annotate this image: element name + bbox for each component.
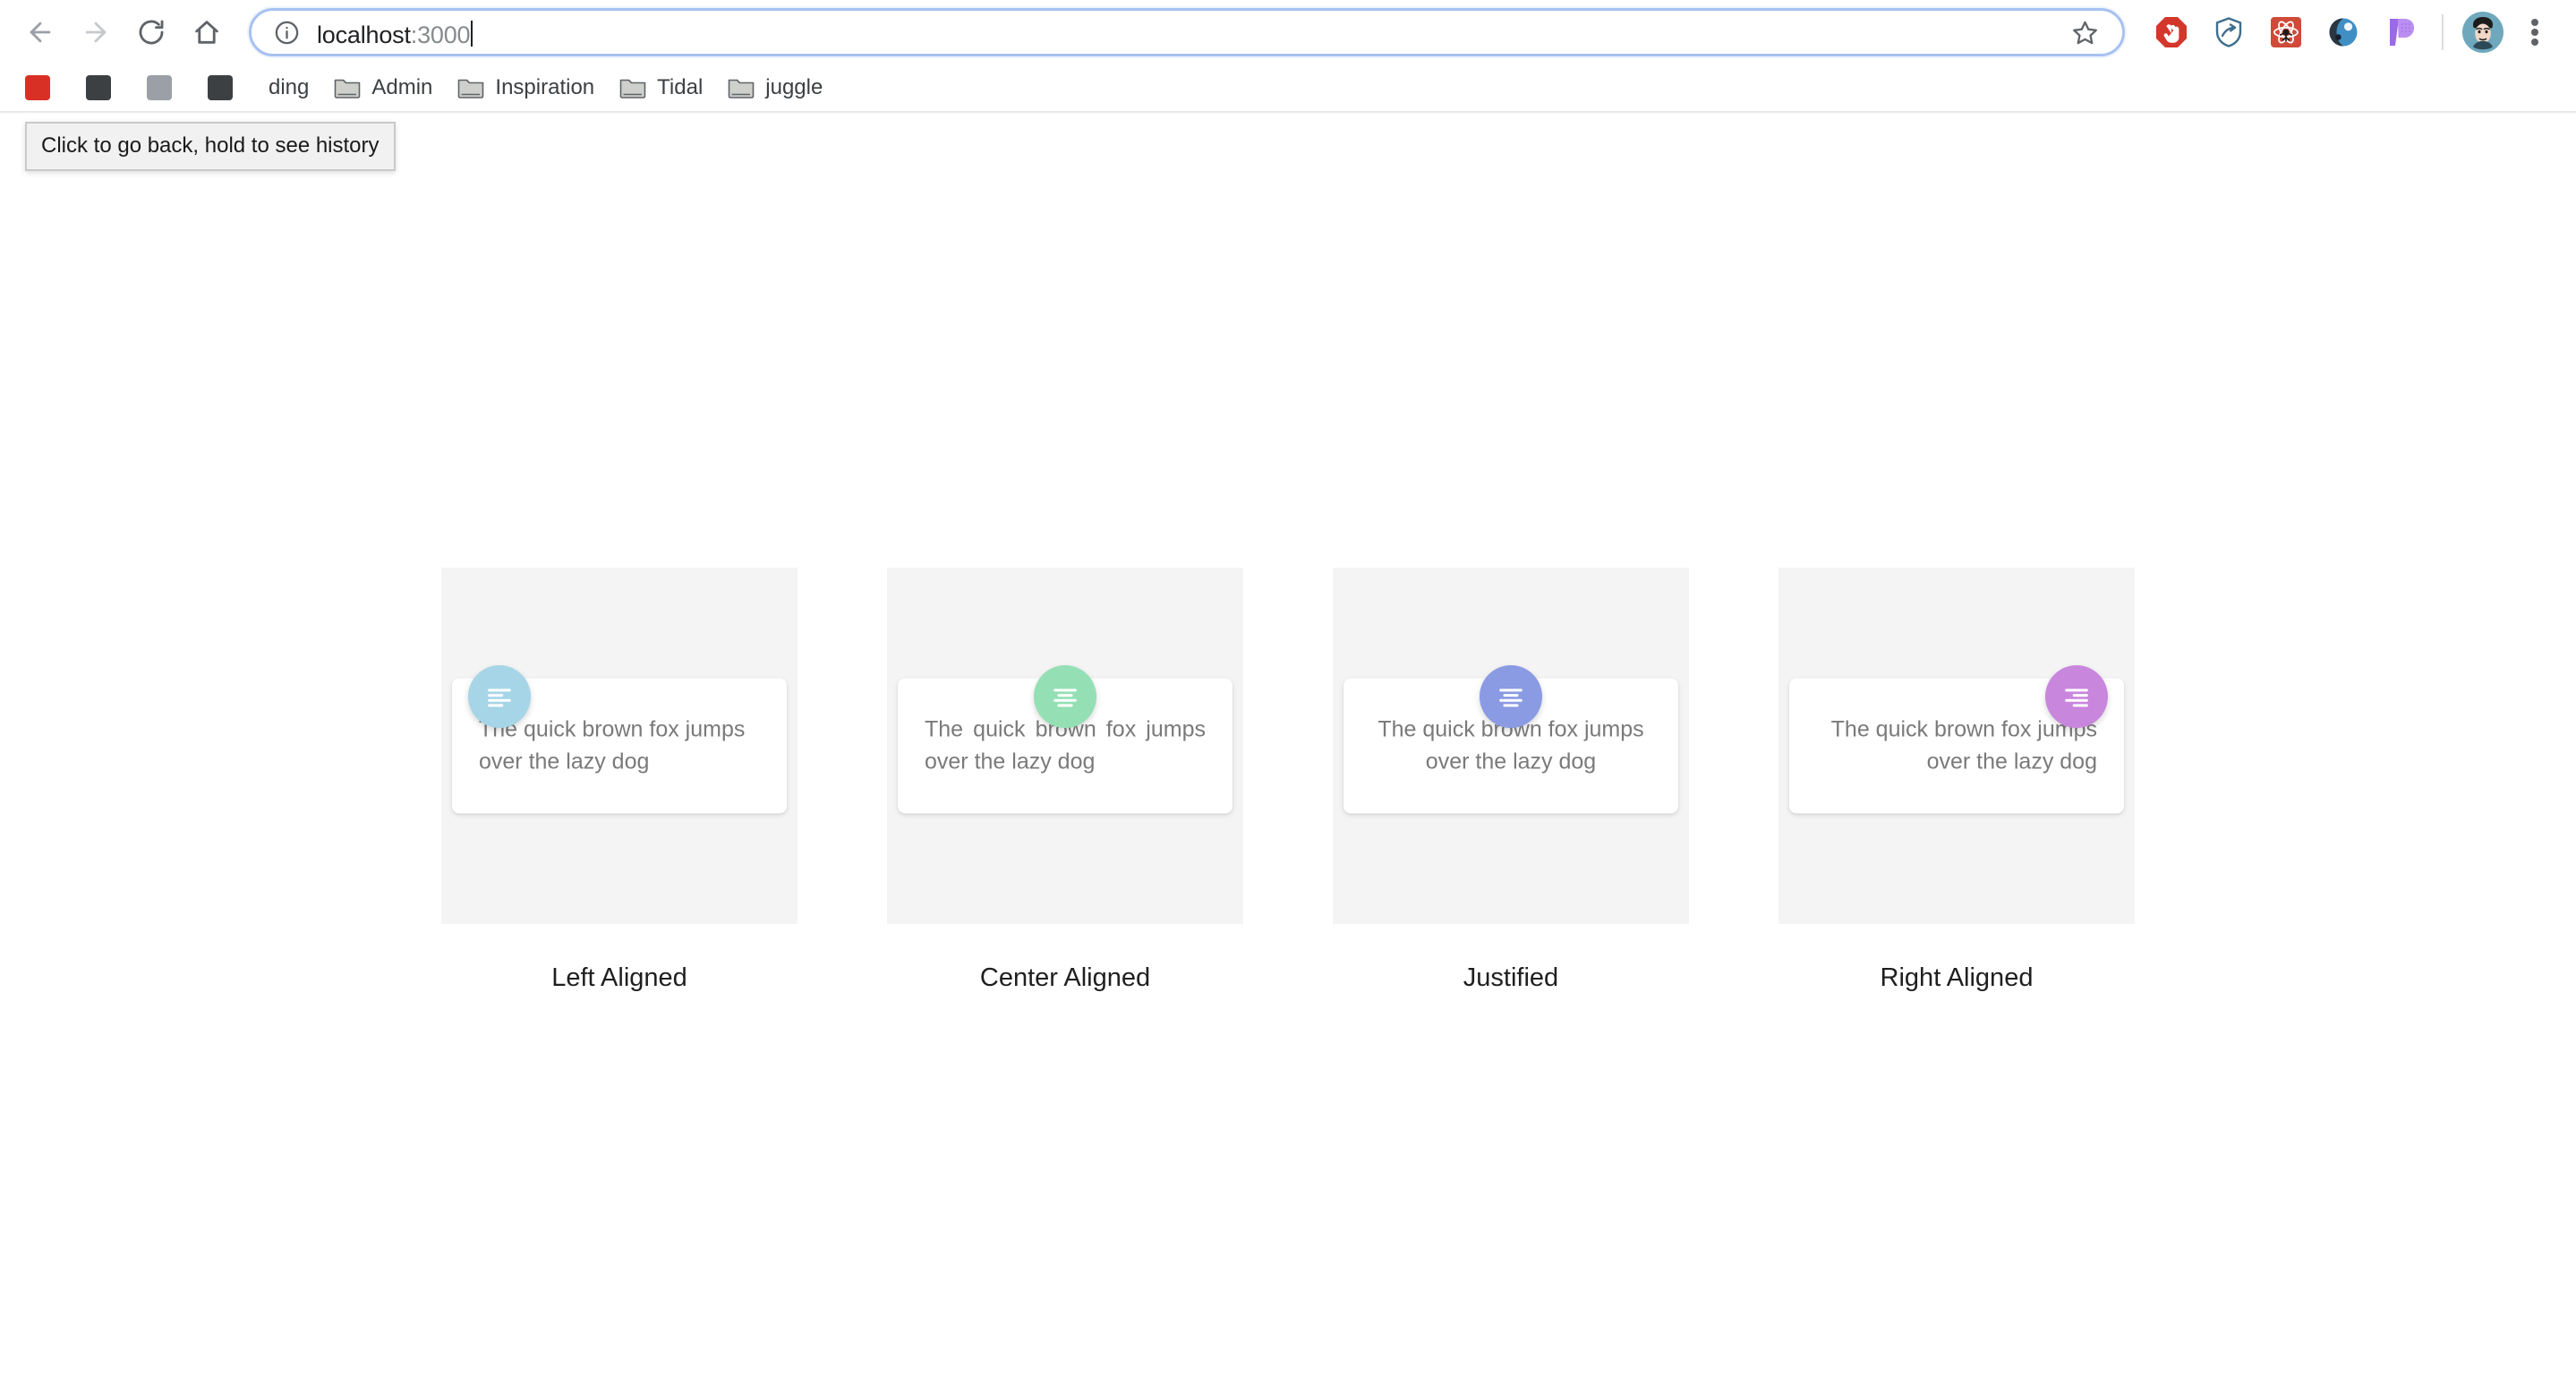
card-tile: The quick brown fox jumps over the lazy …: [887, 568, 1243, 924]
card-tile: The quick brown fox jumps over the lazy …: [441, 568, 798, 924]
three-dot-menu-icon: [2531, 16, 2538, 48]
bookmarks-bar: ding Admin Inspiration Tidal juggle Clic…: [0, 64, 2576, 171]
favicon-grey-icon: [147, 75, 172, 100]
card-label: Right Aligned: [1880, 963, 2034, 992]
bookmark-star-icon[interactable]: [2065, 13, 2104, 52]
bookmark-label: ding: [269, 75, 310, 99]
card-label: Left Aligned: [551, 963, 687, 992]
shield-privacy-extension-icon[interactable]: [2200, 4, 2257, 61]
bookmark-label: Inspiration: [495, 75, 595, 99]
alignment-card-right: The quick brown fox jumps over the lazy …: [1778, 568, 2135, 993]
alignment-card-center: The quick brown fox jumps over the lazy …: [887, 568, 1243, 993]
extension-icons: [2143, 4, 2429, 61]
bookmark-folder-admin[interactable]: Admin: [321, 68, 445, 107]
adblock-extension-icon[interactable]: [2143, 4, 2200, 61]
blue-orb-extension-icon[interactable]: [2315, 4, 2372, 61]
card-label: Justified: [1463, 963, 1559, 992]
format-align-left-icon[interactable]: [468, 665, 531, 728]
format-align-right-icon[interactable]: [2045, 665, 2108, 728]
format-align-center-icon[interactable]: [1034, 665, 1096, 728]
toolbar-divider: [2442, 14, 2444, 50]
folder-icon: [728, 76, 755, 99]
reload-icon: [136, 17, 166, 47]
browser-toolbar: localhost:3000: [0, 0, 2576, 64]
profile-avatar[interactable]: [2456, 5, 2510, 59]
reload-button[interactable]: [124, 4, 179, 60]
bookmark-folder-inspiration[interactable]: Inspiration: [445, 68, 607, 107]
text-caret: [471, 21, 473, 47]
home-icon: [192, 17, 222, 47]
purple-p-extension-icon[interactable]: [2372, 4, 2429, 61]
folder-icon: [457, 76, 484, 99]
url-host: localhost: [317, 21, 411, 48]
alignment-card-left: The quick brown fox jumps over the lazy …: [441, 568, 798, 993]
alignment-cards-row: The quick brown fox jumps over the lazy …: [441, 568, 2135, 993]
bookmark-item[interactable]: [73, 68, 134, 107]
folder-icon: [619, 76, 646, 99]
bookmark-label: Admin: [371, 75, 433, 99]
url-text[interactable]: localhost:3000: [317, 17, 2065, 47]
folder-icon: [334, 76, 361, 99]
react-devtools-extension-icon[interactable]: [2257, 4, 2315, 61]
three-dot-menu[interactable]: [2510, 5, 2560, 59]
bookmark-label: Tidal: [657, 75, 704, 99]
bookmark-item-truncated[interactable]: ding: [256, 68, 321, 107]
address-bar[interactable]: localhost:3000: [249, 8, 2125, 56]
browser-chrome: localhost:3000 ding Admin Inspiration T…: [0, 0, 2576, 171]
bookmark-item[interactable]: [13, 68, 73, 107]
url-port: :3000: [410, 21, 471, 48]
card-tile: The quick brown fox jumps over the lazy …: [1778, 568, 2135, 924]
card-sample-text: The quick brown fox jumps over the lazy …: [479, 716, 746, 775]
favicon-dark-icon: [86, 75, 111, 100]
back-button[interactable]: [13, 4, 68, 60]
info-circle-icon[interactable]: [273, 19, 301, 47]
back-arrow-icon: [25, 17, 55, 47]
bookmark-label: juggle: [765, 75, 823, 99]
format-align-justify-icon[interactable]: [1480, 665, 1542, 728]
card-label: Center Aligned: [979, 963, 1151, 992]
bookmark-item[interactable]: [195, 68, 256, 107]
home-button[interactable]: [179, 4, 235, 60]
favicon-dark-icon: [208, 75, 233, 100]
forward-button[interactable]: [68, 4, 124, 60]
bookmark-folder-juggle[interactable]: juggle: [715, 68, 835, 107]
alignment-card-justified: The quick brown fox jumps over the lazy …: [1333, 568, 1689, 993]
bookmark-folder-tidal[interactable]: Tidal: [607, 68, 715, 107]
forward-arrow-icon: [81, 17, 111, 47]
card-tile: The quick brown fox jumps over the lazy …: [1333, 568, 1689, 924]
card-sample-text: The quick brown fox jumps over the lazy …: [1830, 716, 2097, 775]
page-content: The quick brown fox jumps over the lazy …: [0, 113, 2576, 1393]
bookmark-item[interactable]: [134, 68, 195, 107]
favicon-red-icon: [25, 75, 50, 100]
